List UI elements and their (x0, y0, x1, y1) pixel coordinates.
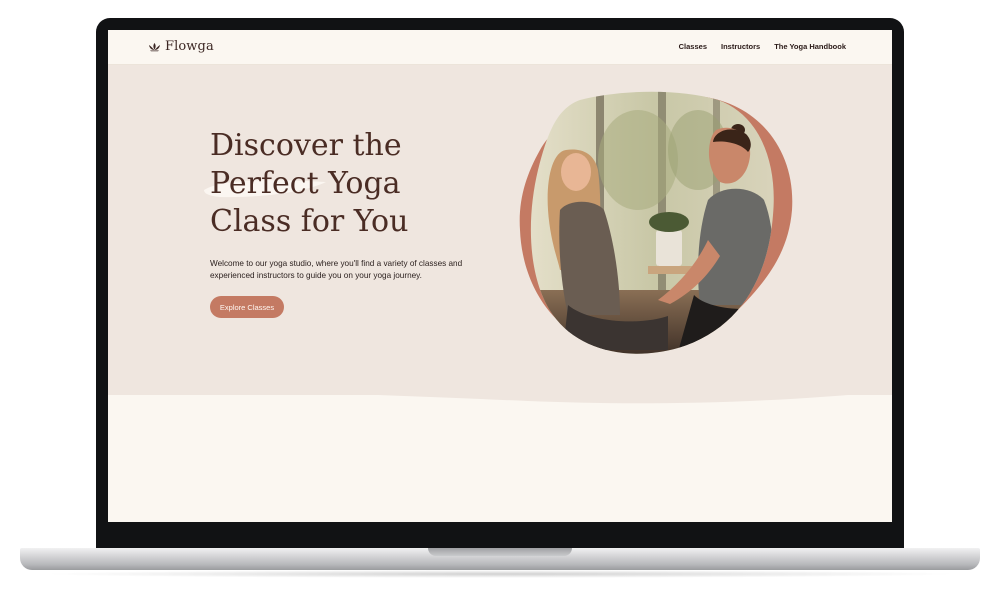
website-screen: Flowga Classes Instructors The Yoga Hand… (108, 30, 892, 522)
nav-link-yoga-handbook[interactable]: The Yoga Handbook (774, 42, 846, 51)
laptop-chin (96, 522, 904, 550)
hero-photo (519, 91, 793, 354)
nav-links: Classes Instructors The Yoga Handbook (679, 42, 846, 51)
laptop-notch (428, 548, 572, 556)
nav-link-classes[interactable]: Classes (679, 42, 707, 51)
hero-title-line-2: Perfect Yoga (210, 166, 401, 201)
brand-logo[interactable]: Flowga (148, 39, 214, 54)
brand-name: Flowga (165, 39, 214, 54)
hero-description: Welcome to our yoga studio, where you'll… (210, 259, 463, 280)
hero-title-line-3: Class for You (210, 204, 409, 239)
explore-classes-button[interactable]: Explore Classes (210, 296, 284, 318)
hero-title: Discover the Perfect Yoga Class for You (210, 127, 530, 241)
navbar: Flowga Classes Instructors The Yoga Hand… (108, 30, 892, 65)
nav-link-instructors[interactable]: Instructors (721, 42, 760, 51)
laptop-shadow (40, 570, 960, 578)
hero-title-line-1: Discover the (210, 128, 402, 163)
hero-wave-divider (108, 385, 892, 404)
lotus-icon (149, 42, 160, 51)
